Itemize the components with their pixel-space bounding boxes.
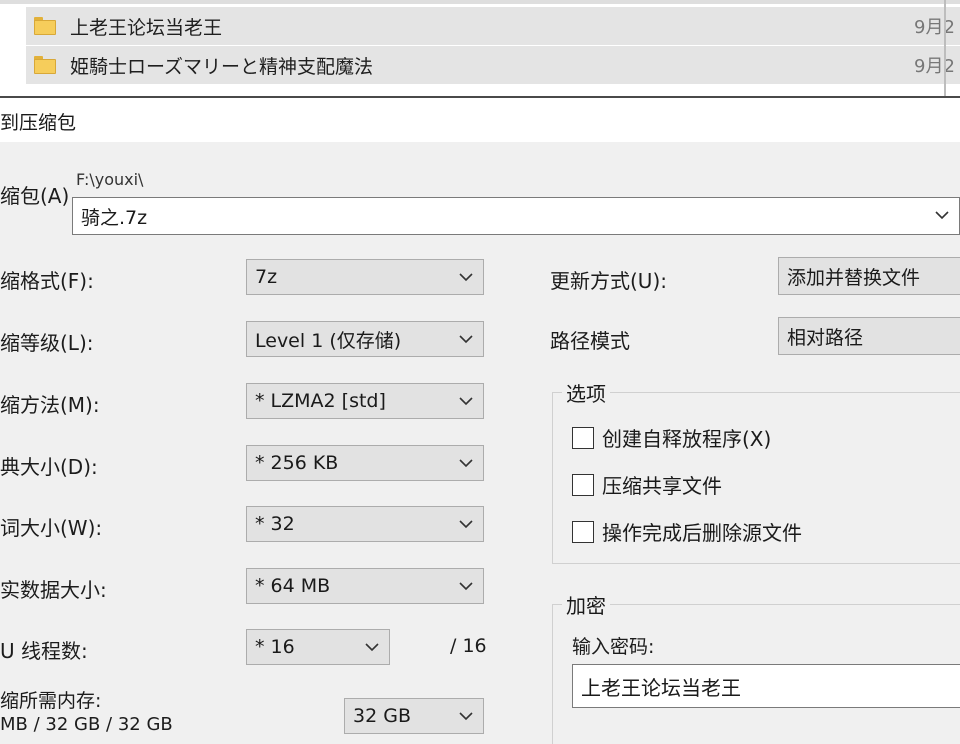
level-value: Level 1 (仅存储) <box>255 329 402 352</box>
format-value: 7z <box>255 266 278 288</box>
memory-detail: MB / 32 GB / 32 GB <box>0 714 173 735</box>
folder-icon <box>34 56 56 74</box>
checkbox-label: 操作完成后删除源文件 <box>602 521 802 545</box>
word-value: * 32 <box>255 513 295 535</box>
file-name: 上老王论坛当老王 <box>70 16 223 39</box>
dict-value: * 256 KB <box>255 452 339 474</box>
encryption-title: 加密 <box>562 590 610 619</box>
dialog-title-bar: 到压缩包 <box>0 96 960 142</box>
memory-label: 缩所需内存: <box>0 690 102 712</box>
chevron-down-icon[interactable] <box>457 707 475 725</box>
chevron-down-icon[interactable] <box>457 268 475 286</box>
checkbox-box[interactable] <box>572 426 594 449</box>
folder-icon <box>34 17 56 35</box>
password-value: 上老王论坛当老王 <box>581 675 741 700</box>
word-label: 词大小(W): <box>0 516 103 540</box>
chevron-down-icon[interactable] <box>363 638 381 656</box>
chevron-down-icon[interactable] <box>457 515 475 533</box>
threads-select[interactable]: * 16 <box>246 629 390 665</box>
window-edge <box>944 0 946 96</box>
memory-value: 32 GB <box>353 705 411 727</box>
threads-label: U 线程数: <box>0 639 88 663</box>
checkbox-box[interactable] <box>572 473 594 496</box>
format-label: 缩格式(F): <box>0 269 94 293</box>
path-mode-value: 相对路径 <box>787 326 864 349</box>
archive-name-combo[interactable]: 骑之.7z <box>72 197 960 235</box>
options-title: 选项 <box>562 378 610 407</box>
file-name: 姫騎士ローズマリーと精神支配魔法 <box>70 55 374 78</box>
solid-select[interactable]: * 64 MB <box>246 568 484 604</box>
file-date: 9月2 <box>914 17 955 38</box>
format-select[interactable]: 7z <box>246 259 484 295</box>
checkbox-label: 压缩共享文件 <box>602 474 722 498</box>
memory-select[interactable]: 32 GB <box>344 698 484 734</box>
checkbox-box[interactable] <box>572 520 594 543</box>
update-mode-label: 更新方式(U): <box>550 269 667 293</box>
dict-select[interactable]: * 256 KB <box>246 445 484 481</box>
file-row[interactable]: 姫騎士ローズマリーと精神支配魔法 9月2 <box>26 46 960 84</box>
shared-files-checkbox[interactable]: 压缩共享文件 <box>572 470 722 499</box>
update-mode-value: 添加并替换文件 <box>787 266 921 289</box>
password-field[interactable]: 上老王论坛当老王 <box>572 664 960 708</box>
solid-value: * 64 MB <box>255 575 331 597</box>
method-select[interactable]: * LZMA2 [std] <box>246 383 484 419</box>
update-mode-select[interactable]: 添加并替换文件 <box>778 257 960 295</box>
word-select[interactable]: * 32 <box>246 506 484 542</box>
method-value: * LZMA2 [std] <box>255 390 386 412</box>
method-label: 缩方法(M): <box>0 393 100 417</box>
explorer-top-border <box>0 0 960 4</box>
dialog-title: 到压缩包 <box>0 112 77 134</box>
level-label: 缩等级(L): <box>0 331 94 355</box>
level-select[interactable]: Level 1 (仅存储) <box>246 321 484 357</box>
archive-name-value: 骑之.7z <box>81 206 148 229</box>
chevron-down-icon[interactable] <box>933 206 951 224</box>
solid-label: 实数据大小: <box>0 578 107 602</box>
threads-value: * 16 <box>255 636 295 658</box>
path-mode-label: 路径模式 <box>550 329 630 353</box>
threads-max: / 16 <box>450 635 487 657</box>
file-row[interactable]: 上老王论坛当老王 9月2 <box>26 7 960 45</box>
chevron-down-icon[interactable] <box>457 392 475 410</box>
file-date: 9月2 <box>914 56 955 77</box>
file-explorer: 上老王论坛当老王 9月2 姫騎士ローズマリーと精神支配魔法 9月2 <box>0 0 960 96</box>
path-mode-select[interactable]: 相对路径 <box>778 317 960 355</box>
sfx-checkbox[interactable]: 创建自释放程序(X) <box>572 423 771 452</box>
archive-label: 缩包(A) <box>0 184 70 208</box>
archive-path: F:\youxi\ <box>76 170 144 189</box>
chevron-down-icon[interactable] <box>457 330 475 348</box>
chevron-down-icon[interactable] <box>457 454 475 472</box>
dict-label: 典大小(D): <box>0 455 98 479</box>
chevron-down-icon[interactable] <box>457 577 475 595</box>
password-label: 输入密码: <box>572 636 655 658</box>
delete-after-checkbox[interactable]: 操作完成后删除源文件 <box>572 517 802 546</box>
checkbox-label: 创建自释放程序(X) <box>602 427 772 451</box>
